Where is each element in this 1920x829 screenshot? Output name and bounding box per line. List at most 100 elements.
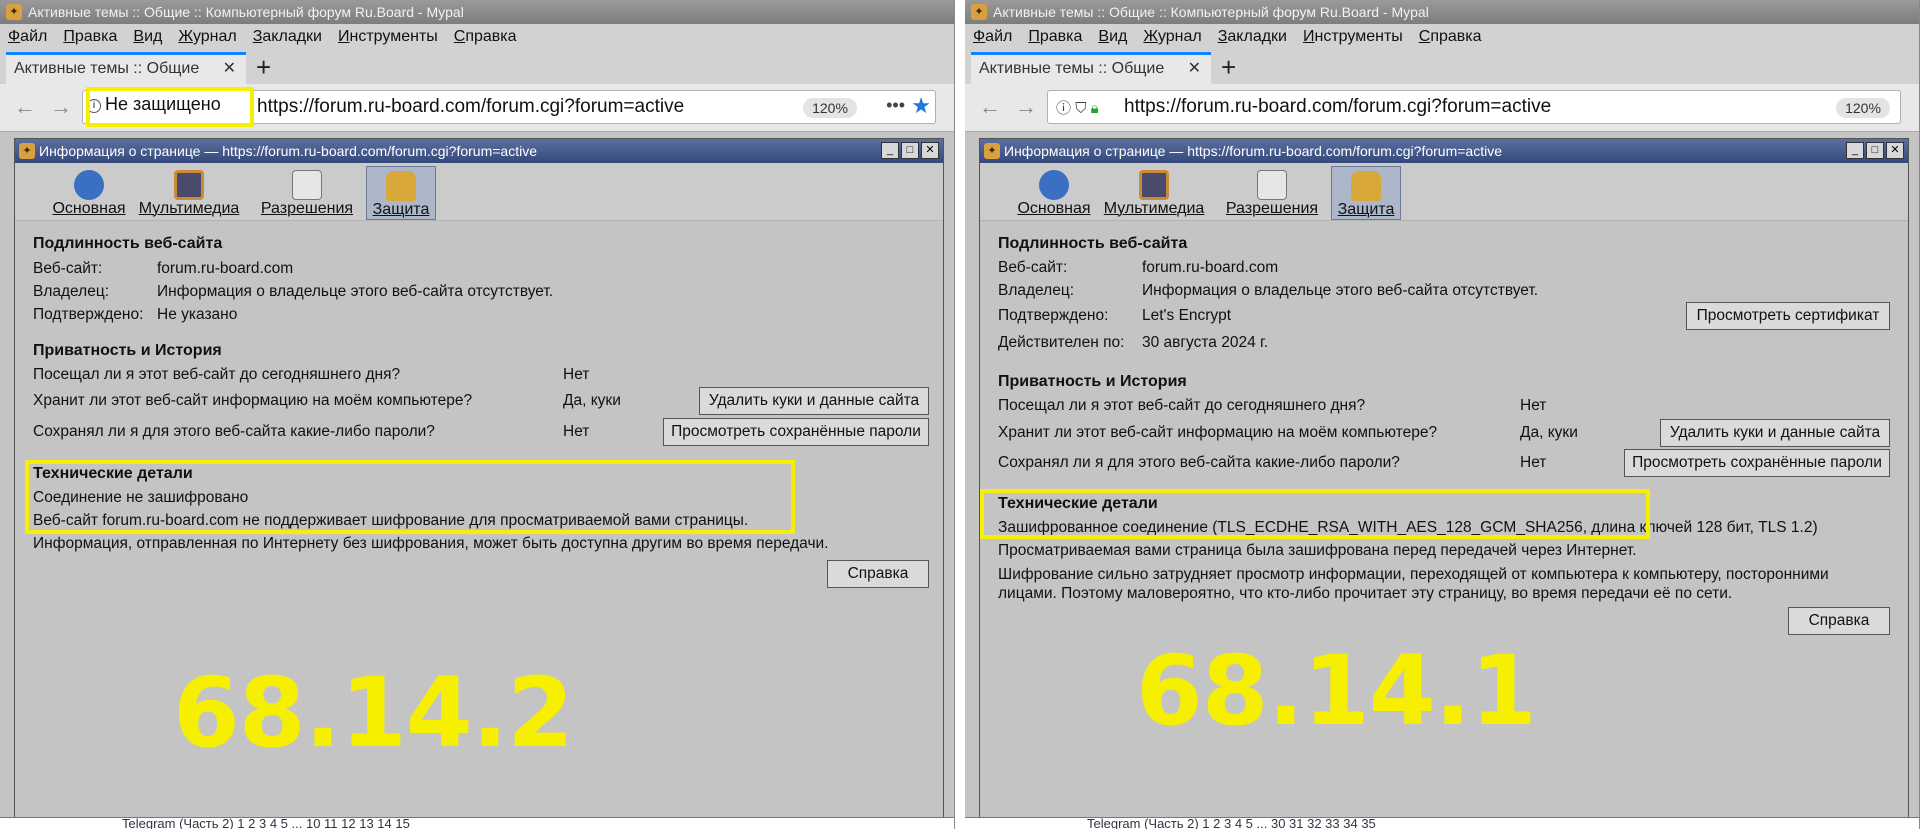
info-icon: i [87, 99, 101, 113]
menu-view[interactable]: Вид [1098, 28, 1127, 46]
privacy-answer-cookies: Да, куки [563, 392, 621, 409]
forward-arrow-icon[interactable]: → [1015, 94, 1037, 120]
tech-connection-status: Соединение не зашифровано [33, 489, 249, 506]
menu-history[interactable]: Журнал [1143, 28, 1201, 46]
close-icon[interactable]: ✕ [1188, 55, 1201, 83]
new-tab-plus-icon[interactable]: + [256, 52, 271, 82]
menu-bookmarks[interactable]: Закладки [1218, 28, 1287, 46]
view-certificate-button[interactable]: Просмотреть сертификат [1686, 302, 1890, 330]
page-info-dialog: ✦ Информация о странице — https://forum.… [14, 138, 944, 818]
menu-history[interactable]: Журнал [178, 28, 236, 46]
tool-general[interactable]: Основная [49, 166, 129, 220]
dialog-title: Информация о странице — https://forum.ru… [39, 143, 537, 159]
tab-label: Активные темы :: Общие [14, 60, 200, 77]
close-icon[interactable]: ✕ [223, 55, 236, 83]
menu-view[interactable]: Вид [133, 28, 162, 46]
page-info-dialog: ✦ Информация о странице — https://forum.… [979, 138, 1909, 818]
privacy-answer-cookies: Да, куки [1520, 424, 1578, 441]
menu-bookmarks[interactable]: Закладки [253, 28, 322, 46]
tool-permissions[interactable]: Разрешения [1220, 166, 1324, 220]
dialog-toolbar: Основная Мультимедиа Разрешения Защита [980, 163, 1908, 221]
tech-connection-status: Зашифрованное соединение (TLS_ECDHE_RSA_… [998, 519, 1818, 536]
dialog-titlebar: ✦ Информация о странице — https://forum.… [15, 139, 943, 163]
app-icon: ✦ [971, 4, 987, 20]
more-actions-icon[interactable]: ••• [886, 95, 905, 116]
privacy-question-visited: Посещал ли я этот веб-сайт до сегодняшне… [998, 397, 1366, 414]
info-icon: ⓘ [1056, 100, 1072, 117]
menu-edit[interactable]: Правка [1028, 28, 1082, 46]
tool-security[interactable]: Защита [1331, 166, 1401, 220]
website-value: forum.ru-board.com [1142, 259, 1279, 276]
view-passwords-button[interactable]: Просмотреть сохранённые пароли [1624, 449, 1890, 477]
tool-media[interactable]: Мультимедиа [1102, 166, 1206, 220]
site-identity-button[interactable]: ⓘ ⛉ 🔒︎ [1056, 97, 1099, 118]
zoom-indicator[interactable]: 120% [803, 98, 857, 118]
dialog-title: Информация о странице — https://forum.ru… [1004, 143, 1502, 159]
app-icon: ✦ [984, 143, 1000, 159]
menu-tools[interactable]: Инструменты [338, 28, 438, 46]
menubar: Файл Правка Вид Журнал Закладки Инструме… [0, 24, 954, 50]
padlock-icon [1351, 171, 1381, 201]
page-background-link[interactable]: Telegram (Часть 2) 1 2 3 4 5 ... 10 11 1… [0, 817, 954, 829]
navigation-bar: ← → i Не защищено https://forum.ru-board.… [0, 84, 954, 132]
navigation-bar: ← → ⓘ ⛉ 🔒︎ https://forum.ru-board.com/fo… [965, 84, 1919, 132]
tool-general[interactable]: Основная [1014, 166, 1094, 220]
url-text[interactable]: https://forum.ru-board.com/forum.cgi?for… [257, 96, 684, 118]
bookmark-star-icon[interactable]: ★ [911, 93, 931, 119]
page-background-link[interactable]: Telegram (Часть 2) 1 2 3 4 5 ... 30 31 3… [965, 817, 1919, 829]
new-tab-plus-icon[interactable]: + [1221, 52, 1236, 82]
window-controls: _ □ ✕ [881, 142, 939, 159]
menu-file[interactable]: Файл [8, 28, 47, 46]
privacy-answer-visited: Нет [563, 366, 590, 383]
minimize-icon[interactable]: _ [1846, 142, 1864, 159]
help-button[interactable]: Справка [827, 560, 929, 588]
verified-value: Не указано [157, 306, 238, 323]
owner-label: Владелец: [998, 282, 1075, 299]
maximize-icon[interactable]: □ [901, 142, 919, 159]
close-icon[interactable]: ✕ [921, 142, 939, 159]
tab-active-topics[interactable]: Активные темы :: Общие ✕ [971, 52, 1211, 84]
right-browser-window: ✦ Активные темы :: Общие :: Компьютерный… [965, 0, 1920, 829]
forward-arrow-icon[interactable]: → [50, 94, 72, 120]
menu-help[interactable]: Справка [454, 28, 517, 46]
version-label: 68.14.1 [1136, 635, 1537, 747]
minimize-icon[interactable]: _ [881, 142, 899, 159]
url-bar[interactable]: ⓘ ⛉ 🔒︎ https://forum.ru-board.com/forum.… [1047, 90, 1901, 124]
privacy-question-passwords: Сохранял ли я для этого веб-сайта какие-… [998, 454, 1400, 471]
identity-heading: Подлинность веб-сайта [33, 235, 223, 252]
menu-edit[interactable]: Правка [63, 28, 117, 46]
clear-cookies-button[interactable]: Удалить куки и данные сайта [699, 387, 929, 415]
zoom-indicator[interactable]: 120% [1836, 98, 1890, 118]
url-text[interactable]: https://forum.ru-board.com/forum.cgi?for… [1124, 96, 1551, 118]
security-indicator[interactable]: i Не защищено [87, 94, 221, 115]
tech-heading: Технические детали [33, 465, 193, 482]
tool-security[interactable]: Защита [366, 166, 436, 220]
privacy-answer-visited: Нет [1520, 397, 1547, 414]
tool-media[interactable]: Мультимедиа [137, 166, 241, 220]
menu-help[interactable]: Справка [1419, 28, 1482, 46]
menu-file[interactable]: Файл [973, 28, 1012, 46]
menubar: Файл Правка Вид Журнал Закладки Инструме… [965, 24, 1919, 50]
owner-value: Информация о владельце этого веб-сайта о… [157, 283, 554, 300]
menu-tools[interactable]: Инструменты [1303, 28, 1403, 46]
tech-detail-line: Шифрование сильно затрудняет просмотр ин… [998, 566, 1829, 583]
back-arrow-icon[interactable]: ← [14, 94, 36, 120]
website-label: Веб-сайт: [998, 259, 1068, 276]
url-bar[interactable]: i Не защищено https://forum.ru-board.com/… [82, 90, 936, 124]
view-passwords-button[interactable]: Просмотреть сохранённые пароли [663, 418, 929, 446]
not-secure-label: Не защищено [105, 94, 221, 114]
tech-detail-line: лицами. Поэтому маловероятно, что кто-ли… [998, 585, 1733, 602]
maximize-icon[interactable]: □ [1866, 142, 1884, 159]
close-icon[interactable]: ✕ [1886, 142, 1904, 159]
sliders-icon [292, 170, 322, 200]
back-arrow-icon[interactable]: ← [979, 94, 1001, 120]
help-button[interactable]: Справка [1788, 607, 1890, 635]
tool-permissions[interactable]: Разрешения [255, 166, 359, 220]
website-label: Веб-сайт: [33, 260, 103, 277]
identity-heading: Подлинность веб-сайта [998, 235, 1188, 252]
privacy-heading: Приватность и История [998, 373, 1187, 390]
window-titlebar: ✦ Активные темы :: Общие :: Компьютерный… [965, 0, 1919, 24]
clear-cookies-button[interactable]: Удалить куки и данные сайта [1660, 419, 1890, 447]
tab-strip: Активные темы :: Общие ✕ + [965, 50, 1919, 84]
tab-active-topics[interactable]: Активные темы :: Общие ✕ [6, 52, 246, 84]
